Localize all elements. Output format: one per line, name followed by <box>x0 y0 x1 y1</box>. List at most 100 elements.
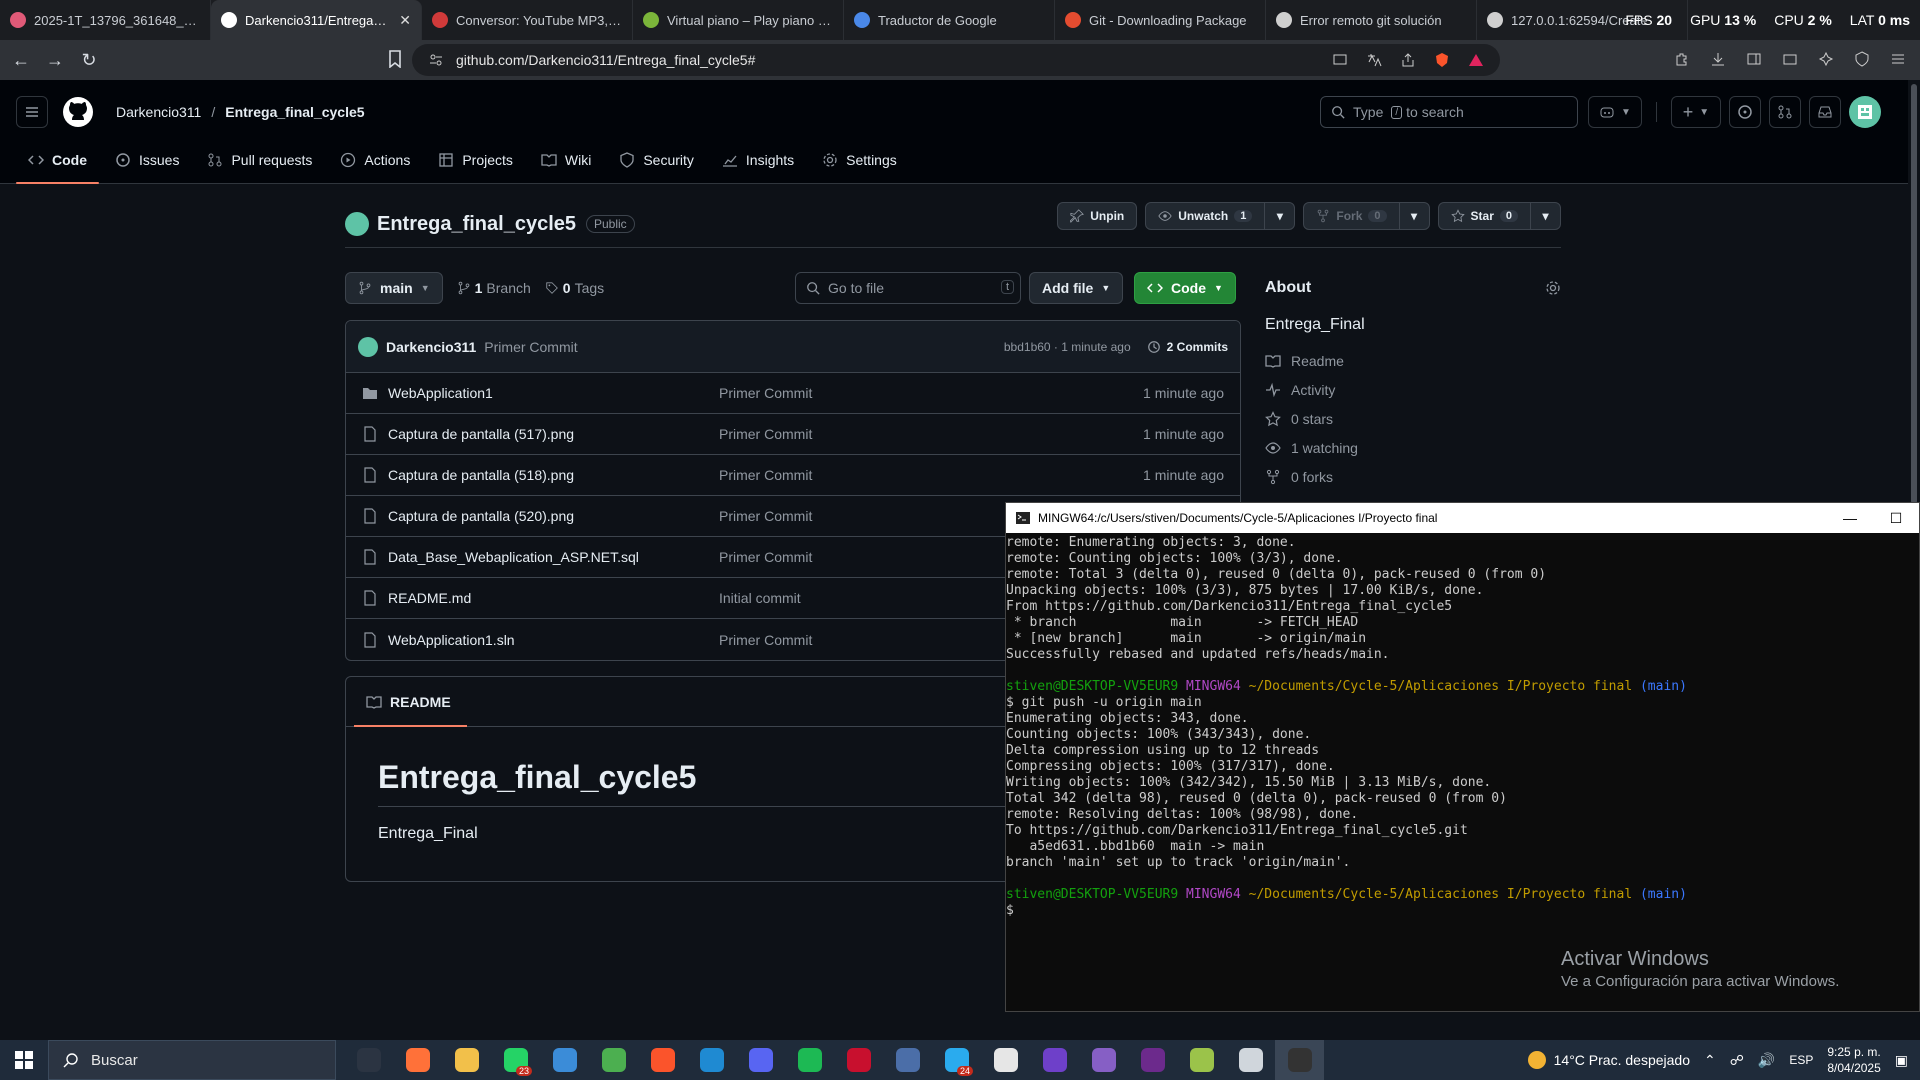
avatar[interactable] <box>1849 96 1881 128</box>
tab-actions[interactable]: Actions <box>328 136 422 184</box>
taskbar-app-app-purple[interactable] <box>1128 1040 1177 1080</box>
gear-icon[interactable] <box>1545 280 1561 296</box>
tab-code[interactable]: Code <box>16 136 99 184</box>
add-file-button[interactable]: Add file ▼ <box>1029 272 1124 304</box>
tab-pull-requests[interactable]: Pull requests <box>195 136 324 184</box>
commit-author[interactable]: Darkencio311 <box>386 339 476 355</box>
browser-tab[interactable]: 2025-1T_13796_361648_2739 <box>0 0 211 40</box>
github-logo-icon[interactable] <box>62 96 94 128</box>
browser-tab[interactable]: Virtual piano – Play piano onli <box>633 0 844 40</box>
taskbar-app-ms-store[interactable] <box>540 1040 589 1080</box>
taskbar-app-app-ship[interactable] <box>883 1040 932 1080</box>
copilot-button[interactable]: ▼ <box>1588 96 1642 128</box>
about-watching-link[interactable]: 1 watching <box>1265 433 1561 462</box>
create-new-button[interactable]: + ▼ <box>1671 96 1721 128</box>
weather-widget[interactable]: 14°C Prac. despejado <box>1527 1051 1690 1069</box>
taskbar-app-terminal[interactable] <box>1275 1040 1324 1080</box>
file-name[interactable]: WebApplication1.sln <box>388 632 728 648</box>
star-button[interactable]: Star 0 ▾ <box>1437 202 1561 230</box>
file-name[interactable]: README.md <box>388 590 728 606</box>
reload-icon[interactable]: ↻ <box>80 50 98 71</box>
taskbar-app-app-red[interactable] <box>834 1040 883 1080</box>
file-name[interactable]: Captura de pantalla (517).png <box>388 426 728 442</box>
leo-ai-icon[interactable] <box>1818 51 1834 67</box>
notifications-icon[interactable]: ▣ <box>1895 1052 1908 1069</box>
inbox-button[interactable] <box>1809 96 1841 128</box>
file-commit-message[interactable]: Primer Commit <box>719 508 812 524</box>
vpn-icon[interactable] <box>1854 51 1870 67</box>
chevron-down-icon[interactable]: ▾ <box>1398 203 1429 229</box>
taskbar-app-task-view[interactable] <box>344 1040 393 1080</box>
branches-link[interactable]: 1 Branch <box>457 280 531 296</box>
issues-button[interactable] <box>1729 96 1761 128</box>
taskbar-app-chrome[interactable] <box>589 1040 638 1080</box>
tab-settings[interactable]: Settings <box>810 136 909 184</box>
taskbar-app-firefox[interactable] <box>393 1040 442 1080</box>
downloads-icon[interactable] <box>1710 51 1726 67</box>
tab-insights[interactable]: Insights <box>710 136 806 184</box>
file-commit-message[interactable]: Primer Commit <box>719 467 812 483</box>
taskbar-app-file-explorer[interactable] <box>442 1040 491 1080</box>
file-name[interactable]: Data_Base_Webaplication_ASP.NET.sql <box>388 549 728 565</box>
back-icon[interactable]: ← <box>12 50 30 71</box>
tab-security[interactable]: Security <box>607 136 706 184</box>
taskbar-app-vscode[interactable] <box>687 1040 736 1080</box>
tab-issues[interactable]: Issues <box>103 136 191 184</box>
brave-shields-icon[interactable] <box>1434 52 1450 68</box>
browser-tab[interactable]: Error remoto git solución <box>1266 0 1477 40</box>
cast-icon[interactable] <box>1332 52 1348 68</box>
taskbar-app-visual-studio[interactable] <box>1079 1040 1128 1080</box>
taskbar-app-telegram[interactable]: 24 <box>932 1040 981 1080</box>
maximize-icon[interactable]: ☐ <box>1873 503 1919 533</box>
brave-rewards-icon[interactable] <box>1468 52 1484 68</box>
pull-requests-button[interactable] <box>1769 96 1801 128</box>
hamburger-menu-button[interactable] <box>16 96 48 128</box>
clock[interactable]: 9:25 p. m. 8/04/2025 <box>1827 1044 1880 1076</box>
taskbar-app-github-desktop[interactable] <box>1030 1040 1079 1080</box>
taskbar-app-discord[interactable] <box>736 1040 785 1080</box>
file-name[interactable]: WebApplication1 <box>388 385 728 401</box>
about-forks-link[interactable]: 0 forks <box>1265 462 1561 491</box>
file-commit-message[interactable]: Primer Commit <box>719 549 812 565</box>
search-input[interactable]: Type / to search <box>1320 96 1578 128</box>
code-button[interactable]: Code ▼ <box>1134 272 1236 304</box>
browser-tab[interactable]: Conversor: YouTube MP3, Tikt <box>422 0 633 40</box>
about-readme-link[interactable]: Readme <box>1265 346 1561 375</box>
taskbar-app-media-player[interactable] <box>981 1040 1030 1080</box>
file-commit-message[interactable]: Primer Commit <box>719 385 812 401</box>
commit-message[interactable]: Primer Commit <box>484 339 577 355</box>
start-button[interactable] <box>0 1040 48 1080</box>
bookmark-icon[interactable] <box>388 50 406 68</box>
commit-hash-time[interactable]: bbd1b60 · 1 minute ago <box>1004 340 1131 354</box>
chevron-down-icon[interactable]: ▾ <box>1530 203 1560 229</box>
readme-tab[interactable]: README <box>354 677 467 727</box>
minimize-icon[interactable]: — <box>1827 503 1873 533</box>
browser-tab[interactable]: Traductor de Google <box>844 0 1055 40</box>
file-name[interactable]: Captura de pantalla (520).png <box>388 508 728 524</box>
taskbar-app-brave[interactable] <box>638 1040 687 1080</box>
tab-wiki[interactable]: Wiki <box>529 136 603 184</box>
browser-tab[interactable]: Darkencio311/Entrega_fin ✕ <box>211 0 422 40</box>
chevron-up-icon[interactable]: ⌃ <box>1704 1052 1716 1069</box>
tab-projects[interactable]: Projects <box>426 136 525 184</box>
chevron-down-icon[interactable]: ▾ <box>1264 203 1294 229</box>
commits-link[interactable]: 2 Commits <box>1147 340 1228 354</box>
repo-title[interactable]: Entrega_final_cycle5 <box>377 213 576 236</box>
fork-button[interactable]: Fork 0 ▾ <box>1303 202 1430 230</box>
address-bar[interactable]: github.com/Darkencio311/Entrega_final_cy… <box>412 44 1500 76</box>
table-row[interactable]: Captura de pantalla (518).png Primer Comm… <box>346 455 1240 496</box>
site-info-icon[interactable] <box>428 52 444 68</box>
browser-tab[interactable]: Git - Downloading Package <box>1055 0 1266 40</box>
breadcrumb-owner[interactable]: Darkencio311 <box>116 104 201 120</box>
about-activity-link[interactable]: Activity <box>1265 375 1561 404</box>
close-icon[interactable]: ✕ <box>399 12 411 29</box>
forward-icon[interactable]: → <box>46 50 64 71</box>
file-commit-message[interactable]: Primer Commit <box>719 632 812 648</box>
extensions-icon[interactable] <box>1674 51 1690 67</box>
share-icon[interactable] <box>1400 52 1416 68</box>
translate-icon[interactable] <box>1366 52 1382 68</box>
menu-icon[interactable] <box>1890 51 1906 67</box>
go-to-file-input[interactable]: Go to file t <box>795 272 1021 304</box>
terminal-output[interactable]: remote: Enumerating objects: 3, done. rem… <box>1006 533 1919 919</box>
taskbar-app-whatsapp[interactable]: 23 <box>491 1040 540 1080</box>
